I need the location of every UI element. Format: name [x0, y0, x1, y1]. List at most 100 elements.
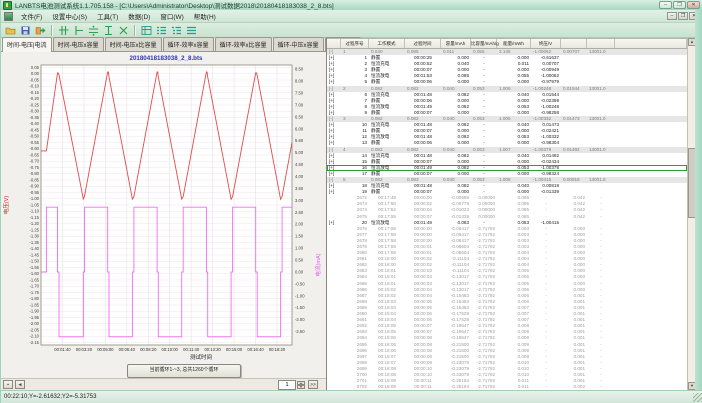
cursor-readout: 00:22:10;Y=-2.61632;Y2=-5.31753 [4, 394, 96, 400]
tab-3[interactable]: 循环-效率x容量 [163, 37, 214, 51]
marker-hline-icon[interactable] [72, 24, 85, 37]
tab-1[interactable]: 时间-电压x容量 [53, 37, 104, 51]
svg-text:-2.05: -2.05 [29, 327, 39, 332]
svg-text:-1.35: -1.35 [29, 240, 39, 245]
column-header-3[interactable]: 过程时间 [405, 39, 441, 48]
svg-text:3.00: 3.00 [295, 198, 304, 203]
svg-text:-0.95: -0.95 [29, 190, 39, 195]
tab-0[interactable]: 时间-电压|电流 [2, 37, 52, 52]
column-header-8[interactable] [561, 39, 587, 48]
menu-items: 文件(F)设置中心(S)工具(T)数据(D)窗口(W)帮助(H) [16, 11, 221, 21]
document-icon [4, 12, 13, 21]
svg-text:-0.50: -0.50 [29, 134, 39, 139]
record-layer-icon[interactable] [185, 24, 198, 37]
spin-down-button[interactable]: ▼ [297, 385, 305, 389]
svg-text:3.50: 3.50 [295, 186, 304, 191]
menu-item-t[interactable]: 工具(T) [92, 13, 123, 22]
close-button[interactable]: ✕ [687, 1, 700, 9]
export-data-icon[interactable] [34, 24, 47, 37]
window-controls: – ❐ ✕ [659, 1, 702, 9]
toolbar [1, 23, 702, 38]
column-header-7[interactable]: 终压/V [531, 39, 561, 48]
window-title: LANBTS电池测试系统1.1.705.158 - [C:\Users\Admi… [15, 0, 334, 10]
cycle-page-input[interactable] [278, 380, 296, 390]
column-header-5[interactable]: 比容量/mAh/g [471, 39, 497, 48]
svg-text:-0.65: -0.65 [29, 152, 39, 157]
svg-text:-1.30: -1.30 [29, 234, 39, 239]
svg-text:4.50: 4.50 [295, 162, 304, 167]
svg-text:电压(V): 电压(V) [2, 196, 10, 215]
svg-text:4.00: 4.00 [295, 174, 304, 179]
menu-item-w[interactable]: 窗口(W) [155, 13, 188, 22]
save-icon[interactable] [19, 24, 32, 37]
svg-text:-0.25: -0.25 [29, 102, 39, 107]
marker-delete-icon[interactable] [117, 24, 130, 37]
cycle-page-spinner: ▲ ▼ [297, 381, 305, 389]
svg-text:00:15:00: 00:15:00 [226, 347, 243, 352]
column-header-0[interactable] [327, 39, 341, 48]
svg-text:-1.60: -1.60 [29, 271, 39, 276]
svg-text:00:05:00: 00:05:00 [97, 347, 114, 352]
svg-text:7.00: 7.00 [295, 102, 304, 107]
svg-text:-1.75: -1.75 [29, 290, 39, 295]
data-grid-panel: 过程序号工作模式过程时间容量/mAh比容量/mAh/g能量/mWh终压/V [-… [327, 38, 687, 390]
column-header-6[interactable]: 能量/mWh [497, 39, 531, 48]
column-header-2[interactable]: 工作模式 [369, 39, 405, 48]
menu-item-h[interactable]: 帮助(H) [189, 13, 221, 22]
cycle-layer-icon[interactable] [155, 24, 168, 37]
tab-5[interactable]: 循环-中压x容量 [273, 37, 324, 51]
svg-text:2.00: 2.00 [295, 222, 304, 227]
menu-item-d[interactable]: 数据(D) [123, 13, 155, 22]
svg-text:6.00: 6.00 [295, 126, 304, 131]
menu-item-f[interactable]: 文件(F) [16, 13, 47, 22]
svg-text:2.50: 2.50 [295, 210, 304, 215]
svg-text:-0.10: -0.10 [29, 84, 39, 89]
next-cycles-button[interactable]: >> [308, 380, 318, 389]
svg-text:-0.55: -0.55 [29, 140, 39, 145]
cycle-pager: ▲ ▼ >> [278, 380, 326, 390]
svg-text:-1.50: -1.50 [29, 259, 39, 264]
svg-text:-0.50: -0.50 [295, 281, 305, 286]
svg-text:-1.50: -1.50 [295, 305, 305, 310]
menu-item-s[interactable]: 设置中心(S) [47, 13, 92, 22]
column-header-4[interactable]: 容量/mAh [441, 39, 471, 48]
grid-view-icon[interactable] [140, 24, 153, 37]
marker-range-icon[interactable] [102, 24, 115, 37]
column-header-1[interactable]: 过程序号 [341, 39, 369, 48]
marker-vline-icon[interactable] [57, 24, 70, 37]
svg-text:-1.15: -1.15 [29, 215, 39, 220]
open-file-icon[interactable] [4, 24, 17, 37]
title-bar: LANBTS电池测试系统1.1.705.158 - [C:\Users\Admi… [1, 0, 702, 10]
marker-align-icon[interactable] [87, 24, 100, 37]
menu-bar: 文件(F)设置中心(S)工具(T)数据(D)窗口(W)帮助(H) – ❐ ✕ [1, 10, 702, 23]
current-cycle-button[interactable]: 当前循环1-~3, 总共1260个循环 [127, 364, 241, 378]
scroll-left-button[interactable]: ◄ [15, 380, 25, 389]
svg-text:8.50: 8.50 [295, 67, 304, 72]
svg-text:00:13:20: 00:13:20 [204, 347, 221, 352]
resize-grip[interactable] [693, 393, 702, 402]
svg-text:-2.50: -2.50 [295, 329, 305, 334]
step-layer-icon[interactable] [170, 24, 183, 37]
chart-canvas[interactable]: 00:01:4000:03:2000:05:0000:06:4000:08:20… [1, 52, 326, 378]
window-frame-edge [695, 10, 702, 390]
maximize-button[interactable]: ❐ [673, 1, 686, 9]
svg-text:-1.55: -1.55 [29, 265, 39, 270]
grid-vertical-scrollbar[interactable]: ▲ ▼ [687, 38, 695, 390]
tab-4[interactable]: 循环-效率x比容量 [215, 37, 272, 51]
svg-text:-0.80: -0.80 [29, 171, 39, 176]
tab-2[interactable]: 时间-电压x比容量 [105, 37, 162, 51]
svg-text:1.00: 1.00 [295, 246, 304, 251]
svg-text:00:10:00: 00:10:00 [162, 347, 179, 352]
svg-text:-0.35: -0.35 [29, 115, 39, 120]
svg-text:-1.25: -1.25 [29, 227, 39, 232]
mdi-restore-button[interactable]: ❐ [678, 12, 688, 20]
chart-panel: 00:01:4000:03:2000:05:0000:06:4000:08:20… [1, 52, 326, 390]
column-header-9[interactable] [587, 39, 615, 48]
svg-text:5.50: 5.50 [295, 138, 304, 143]
svg-text:-1.80: -1.80 [29, 296, 39, 301]
scroll-home-button[interactable]: ▪ [3, 380, 13, 389]
minimize-button[interactable]: – [659, 1, 672, 9]
svg-text:8.00: 8.00 [295, 79, 304, 84]
svg-text:-1.85: -1.85 [29, 302, 39, 307]
mdi-minimize-button[interactable]: – [667, 12, 677, 20]
